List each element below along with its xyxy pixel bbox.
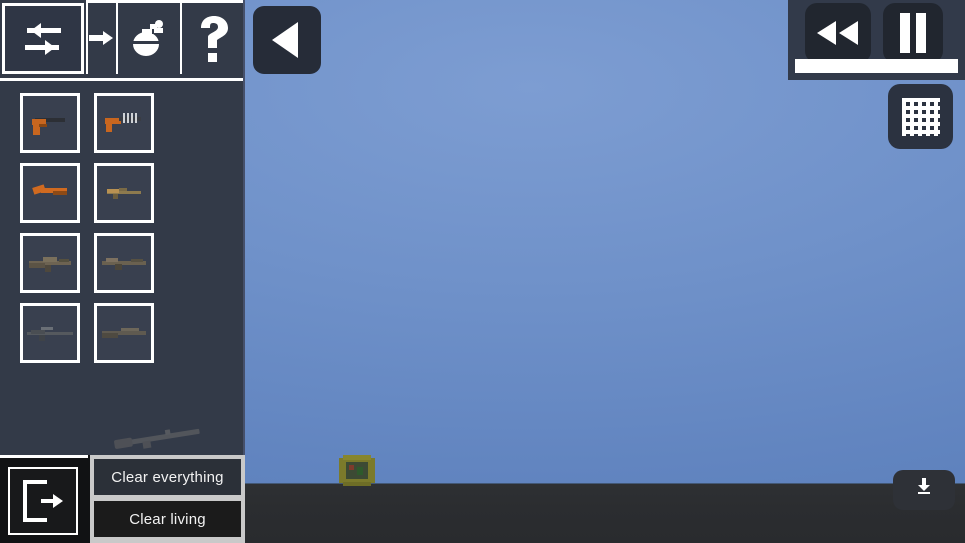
weapon-cell-shotgun[interactable]: [94, 303, 155, 363]
grid-icon: [900, 96, 942, 138]
clear-button-group: Clear everything Clear living: [90, 455, 245, 543]
download-button[interactable]: [893, 470, 955, 510]
triangle-left-icon: [268, 19, 306, 61]
swap-arrows-icon: [17, 20, 69, 58]
battle-rifle-icon: [97, 236, 151, 290]
ghost-stock: [113, 437, 133, 450]
ghost-grip: [142, 440, 152, 449]
sniper-rifle-icon: [23, 306, 77, 360]
app-root: Clear everything Clear living: [0, 0, 965, 543]
weapon-cell-battle-rifle[interactable]: [94, 233, 155, 293]
rewind-icon: [815, 19, 861, 47]
sidebar-item-help[interactable]: [180, 3, 244, 74]
clear-living-button[interactable]: Clear living: [92, 499, 243, 539]
ghost-sight: [164, 429, 171, 436]
grid-toggle-button[interactable]: [888, 84, 953, 149]
sidebar-item-weapons[interactable]: [2, 3, 84, 74]
crate-light-green: [357, 467, 363, 475]
exit-button[interactable]: [8, 467, 78, 535]
sidebar-panel: [0, 0, 245, 455]
weapon-cell-carbine[interactable]: [94, 163, 155, 223]
sidebar-tabbar: [0, 0, 245, 81]
shotgun-icon: [97, 306, 151, 360]
sidebar-right-edge: [243, 0, 245, 455]
pistol-icon: [23, 96, 77, 150]
sidebar-item-grenades[interactable]: [116, 3, 180, 74]
pause-icon: [898, 12, 928, 54]
back-button[interactable]: [253, 6, 321, 74]
weapon-cell-sniper-rifle[interactable]: [20, 303, 80, 363]
weapon-cell-assault-rifle[interactable]: [20, 233, 80, 293]
arrow-right-icon: [89, 26, 115, 52]
crate-light-red: [349, 465, 354, 470]
ghost-barrel: [121, 428, 200, 446]
weapon-cell-pistol[interactable]: [20, 93, 80, 153]
assault-rifle-icon: [23, 236, 77, 290]
timeline-progress-bar[interactable]: [795, 59, 958, 73]
tabbar-bottom-rule: [0, 78, 245, 81]
weapon-cell-smg[interactable]: [94, 93, 155, 153]
sawed-off-icon: [23, 166, 77, 220]
weapon-cell-sawed-off[interactable]: [20, 163, 80, 223]
sidebar-item-items[interactable]: [86, 3, 116, 74]
clear-everything-button[interactable]: Clear everything: [92, 457, 243, 497]
crate-top: [343, 455, 371, 460]
pause-button[interactable]: [883, 3, 943, 63]
weapon-grid: [20, 93, 235, 373]
exit-door-icon: [19, 478, 67, 524]
weapon-preview-ghost: [113, 421, 207, 455]
grenade-icon: [126, 16, 172, 62]
world-entity-supply-crate[interactable]: [339, 455, 375, 486]
rewind-button[interactable]: [805, 3, 871, 63]
bottom-toolbar-rule: [0, 455, 88, 458]
download-icon: [917, 478, 931, 494]
crate-bottom: [343, 482, 371, 486]
smg-icon: [97, 96, 151, 150]
question-mark-icon: [194, 15, 232, 63]
carbine-icon: [97, 166, 151, 220]
tabbar-top-rule: [86, 0, 245, 3]
